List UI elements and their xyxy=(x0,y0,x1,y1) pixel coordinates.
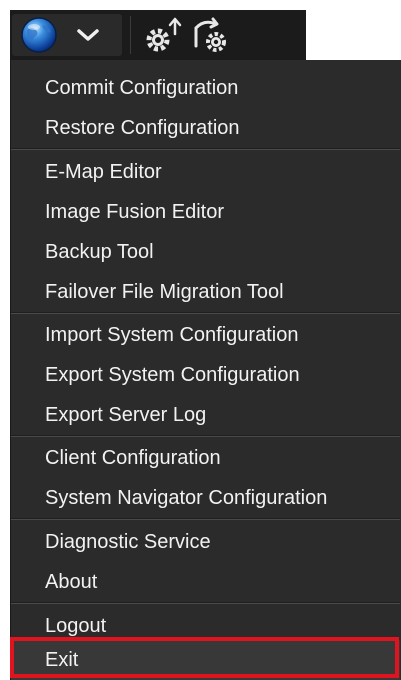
menu-item-exit[interactable]: Exit xyxy=(11,640,400,680)
menu-item-commit-configuration[interactable]: Commit Configuration xyxy=(11,68,400,108)
menu-item-system-navigator-configuration[interactable]: System Navigator Configuration xyxy=(11,478,400,518)
menu-item-import-system-configuration[interactable]: Import System Configuration xyxy=(11,315,400,355)
config-upload-icon[interactable] xyxy=(142,14,186,56)
dropdown-menu: Commit Configuration Restore Configurati… xyxy=(10,60,401,680)
menu-separator xyxy=(11,518,400,520)
menu-separator xyxy=(11,148,400,150)
main-menu-button[interactable] xyxy=(12,14,122,56)
menu-item-diagnostic-service[interactable]: Diagnostic Service xyxy=(11,522,400,562)
menu-item-backup-tool[interactable]: Backup Tool xyxy=(11,232,400,272)
menu-separator xyxy=(11,435,400,437)
sync-settings-icon[interactable] xyxy=(186,14,236,56)
menu-item-export-system-configuration[interactable]: Export System Configuration xyxy=(11,355,400,395)
menu-item-failover-file-migration-tool[interactable]: Failover File Migration Tool xyxy=(11,272,400,312)
menu-item-client-configuration[interactable]: Client Configuration xyxy=(11,438,400,478)
menu-item-about[interactable]: About xyxy=(11,562,400,602)
menu-separator xyxy=(11,602,400,604)
globe-icon xyxy=(21,17,57,53)
menu-item-export-server-log[interactable]: Export Server Log xyxy=(11,395,400,435)
menu-separator xyxy=(11,312,400,314)
toolbar xyxy=(10,10,306,60)
chevron-down-icon xyxy=(77,29,99,41)
menu-item-image-fusion-editor[interactable]: Image Fusion Editor xyxy=(11,192,400,232)
toolbar-divider xyxy=(130,16,131,54)
menu-item-restore-configuration[interactable]: Restore Configuration xyxy=(11,108,400,148)
menu-item-emap-editor[interactable]: E-Map Editor xyxy=(11,152,400,192)
